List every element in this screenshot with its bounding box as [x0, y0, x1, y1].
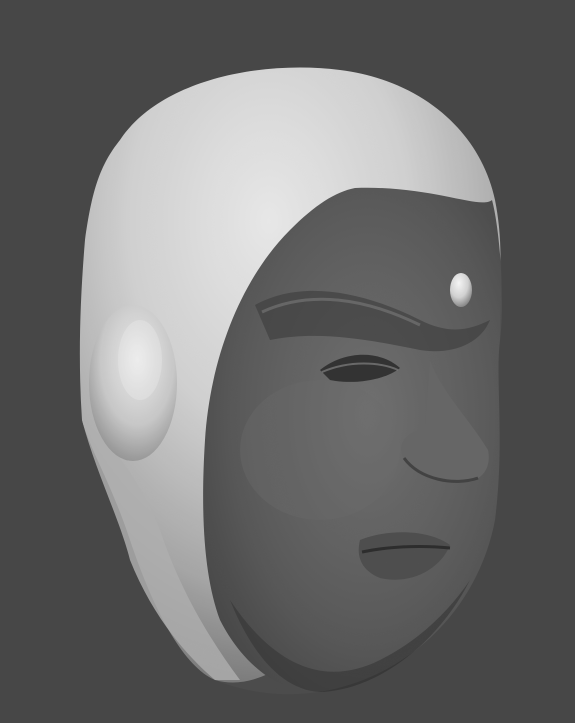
viewport-3d-render	[0, 0, 575, 723]
head-render	[79, 67, 503, 695]
surface-texture-overlay	[79, 67, 502, 695]
